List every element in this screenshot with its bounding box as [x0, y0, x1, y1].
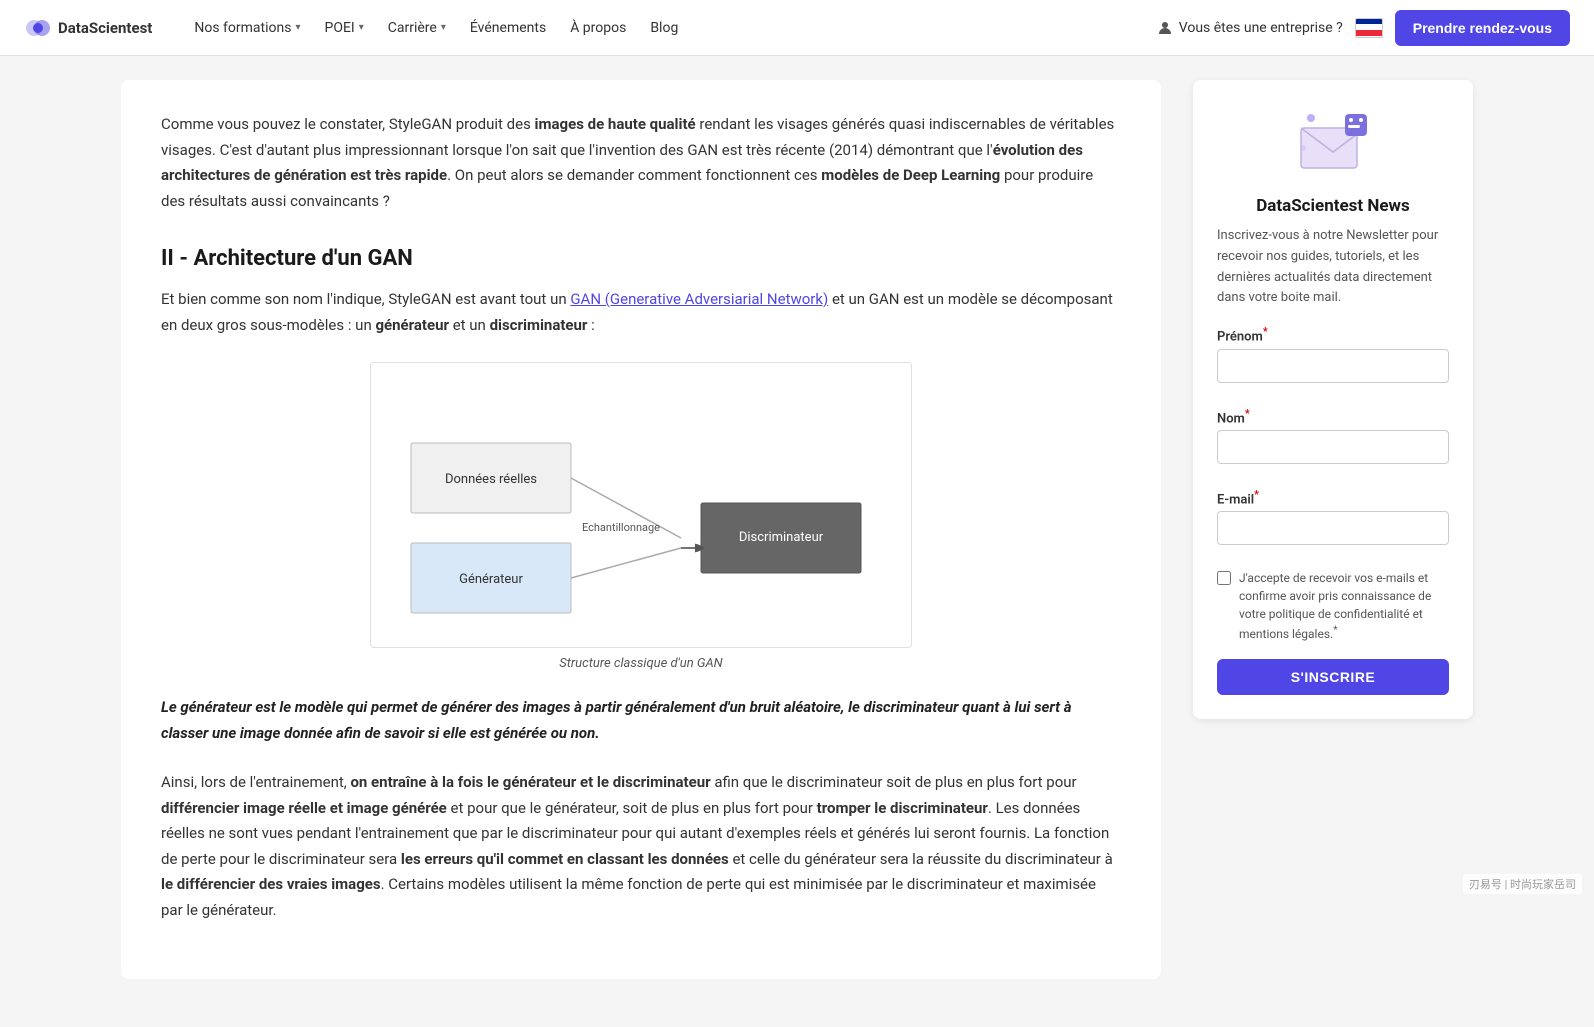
intro-bold-1: images de haute qualité [535, 115, 696, 133]
newsletter-illustration [1293, 104, 1373, 184]
chevron-down-icon: ▾ [359, 22, 364, 33]
section-heading: II - Architecture d'un GAN [161, 246, 1121, 271]
chevron-down-icon: ▾ [295, 22, 300, 33]
logo-icon [24, 14, 52, 42]
nav-evenements[interactable]: Événements [460, 14, 556, 42]
train-bold-5: le différencier des vraies images [161, 875, 381, 893]
nav-carriere[interactable]: Carrière ▾ [378, 14, 456, 42]
diagram-svg-wrapper: Données réelles Générateur Echantillonna… [370, 362, 912, 648]
chevron-down-icon: ▾ [441, 22, 446, 33]
diagram-caption: Structure classique d'un GAN [341, 656, 941, 671]
intro-bold-3: modèles de Deep Learning [821, 166, 1000, 184]
logo[interactable]: DataScientest [24, 14, 152, 42]
gan-bold-2: discriminateur [490, 316, 588, 334]
intro-paragraph: Comme vous pouvez le constater, StyleGAN… [161, 112, 1121, 214]
nav-links: Nos formations ▾ POEI ▾ Carrière ▾ Événe… [184, 14, 1156, 42]
flag-red-stripe [1356, 30, 1382, 36]
consent-row: J'accepte de recevoir vos e-mails et con… [1217, 569, 1449, 643]
gan-intro-paragraph: Et bien comme son nom l'indique, StyleGA… [161, 287, 1121, 338]
language-flag[interactable] [1355, 18, 1383, 38]
nav-right: Vous êtes une entreprise ? Prendre rende… [1157, 10, 1570, 46]
gan-link[interactable]: GAN (Generative Adversiarial Network) [570, 290, 828, 308]
intro-text-3: . On peut alors se demander comment fonc… [447, 166, 821, 184]
sidebar: DataScientest News Inscrivez-vous à notr… [1193, 80, 1473, 979]
train-text-2: afin que le discriminateur soit de plus … [711, 773, 1077, 791]
consent-label: J'accepte de recevoir vos e-mails et con… [1239, 569, 1449, 643]
gan-diagram-svg: Données réelles Générateur Echantillonna… [391, 383, 891, 623]
svg-text:Générateur: Générateur [459, 572, 523, 587]
nom-input[interactable] [1217, 430, 1449, 464]
page-layout: Comme vous pouvez le constater, StyleGAN… [97, 56, 1497, 1027]
train-bold-4: les erreurs qu'il commet en classant les… [401, 850, 729, 868]
svg-text:Echantillonnage: Echantillonnage [582, 521, 660, 534]
nav-poei[interactable]: POEI ▾ [315, 14, 374, 42]
sidebar-newsletter-title: DataScientest News [1217, 196, 1449, 216]
enterprise-link[interactable]: Vous êtes une entreprise ? [1157, 20, 1343, 36]
sidebar-newsletter-desc: Inscrivez-vous à notre Newsletter pour r… [1217, 226, 1449, 309]
gan-text-1: Et bien comme son nom l'indique, StyleGA… [161, 290, 570, 308]
email-group: E-mail* [1217, 488, 1449, 557]
nom-group: Nom* [1217, 407, 1449, 476]
consent-checkbox[interactable] [1217, 571, 1231, 585]
nav-formations[interactable]: Nos formations ▾ [184, 14, 310, 42]
nom-label: Nom* [1217, 407, 1449, 426]
prenom-group: Prénom* [1217, 325, 1449, 394]
intro-text-1: Comme vous pouvez le constater, StyleGAN… [161, 115, 535, 133]
subscribe-button[interactable]: S'INSCRIRE [1217, 659, 1449, 695]
rdv-button[interactable]: Prendre rendez-vous [1395, 10, 1570, 46]
train-bold-3: tromper le discriminateur [817, 799, 988, 817]
gan-bold-1: générateur [375, 316, 449, 334]
training-paragraph: Ainsi, lors de l'entrainement, on entraî… [161, 770, 1121, 923]
train-text-5: et celle du générateur sera la réussite … [729, 850, 1113, 868]
main-content: Comme vous pouvez le constater, StyleGAN… [121, 80, 1161, 979]
svg-text:Discriminateur: Discriminateur [739, 530, 824, 545]
gan-text-3: et un [449, 316, 490, 334]
navigation: DataScientest Nos formations ▾ POEI ▾ Ca… [0, 0, 1594, 56]
train-text-1: Ainsi, lors de l'entrainement, [161, 773, 350, 791]
nav-blog[interactable]: Blog [640, 14, 688, 42]
email-label: E-mail* [1217, 488, 1449, 507]
svg-text:Données réelles: Données réelles [445, 472, 537, 487]
gan-text-4: : [587, 316, 594, 334]
gan-blockquote: Le générateur est le modèle qui permet d… [161, 695, 1121, 746]
enterprise-icon [1157, 20, 1173, 36]
logo-text: DataScientest [58, 19, 152, 37]
newsletter-card: DataScientest News Inscrivez-vous à notr… [1193, 80, 1473, 719]
watermark: 刃易号 | 时尚玩家岳司 [1463, 874, 1582, 894]
train-bold-1: on entraîne à la fois le générateur et l… [350, 773, 710, 791]
gan-diagram: Données réelles Générateur Echantillonna… [341, 362, 941, 671]
nav-apropos[interactable]: À propos [560, 14, 636, 42]
prenom-label: Prénom* [1217, 325, 1449, 344]
train-text-3: et pour que le générateur, soit de plus … [447, 799, 817, 817]
train-bold-2: différencier image réelle et image génér… [161, 799, 447, 817]
email-input[interactable] [1217, 511, 1449, 545]
prenom-input[interactable] [1217, 349, 1449, 383]
